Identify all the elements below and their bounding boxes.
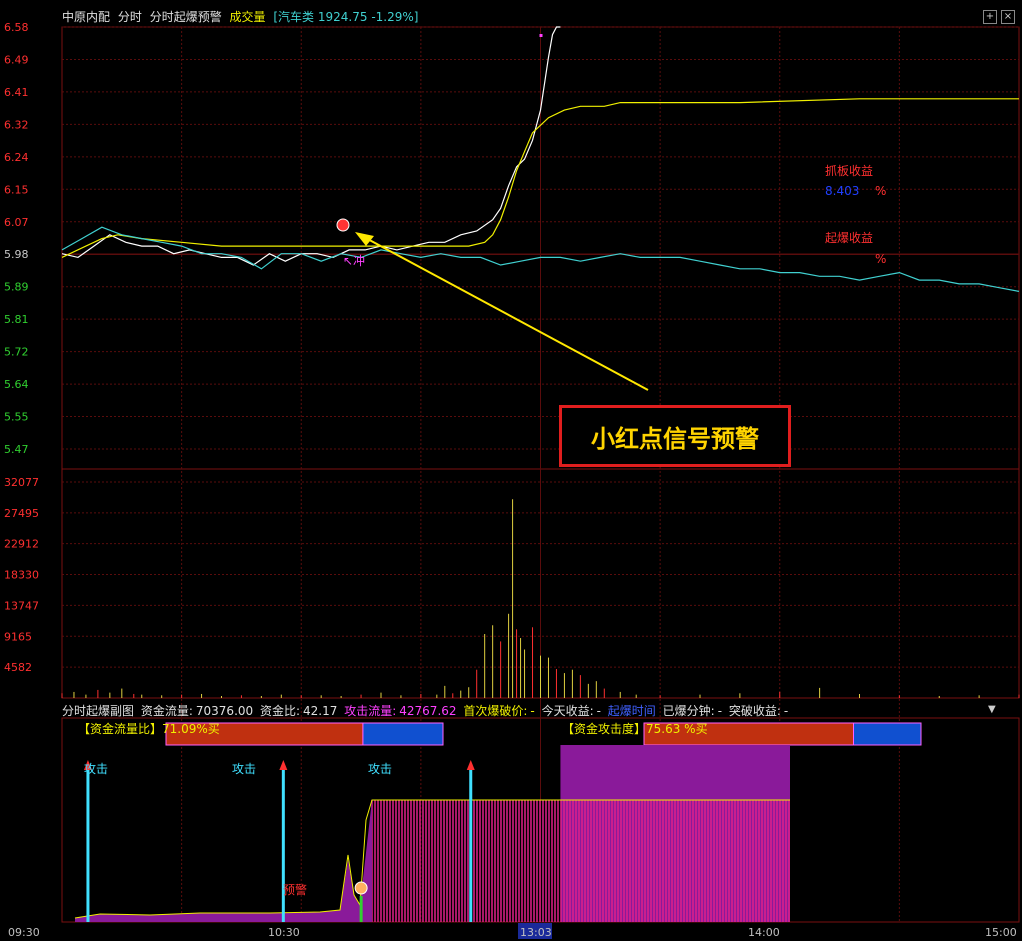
time-axis: 09:30 10:30 13:03 14:00 15:00 [8,923,1017,939]
first-burst-label: 首次爆破价: [463,704,528,718]
attack-flow-label: 攻击流量: [344,704,397,718]
price-tick-label: 6.32 [4,118,29,131]
volume-tick-label: 4582 [4,661,32,674]
grab-gain-unit: % [875,184,887,198]
price-tick-label: 6.15 [4,183,29,196]
sector-value: 1924.75 -1.29%] [317,10,419,24]
fund-flow-label: 资金流量: [140,704,193,718]
burst-time-label: 起爆时间 [607,704,656,718]
time-tick-label: 10:30 [268,926,300,939]
callout-box: 小红点信号预警 [559,405,791,467]
fund-flow-value: 70376.00 [195,704,254,718]
sub-panel-dropdown-icon[interactable]: ▼ [988,704,996,715]
burst-gain-unit: % [875,252,887,266]
session-marker [539,34,543,37]
volume-label: 成交量 [229,10,266,24]
attack-degree-bar-sell [852,722,922,746]
red-dot-signal[interactable] [336,218,350,232]
volume-tick-label: 9165 [4,630,32,643]
flow-ratio-bar-sell [362,722,444,746]
breakout-gain-value: - [783,704,789,718]
close-window-icon[interactable]: × [1001,10,1015,24]
mode-label: 分时 [117,10,142,24]
attack-signal-1: 攻击 [84,762,109,776]
fund-ratio-label: 资金比: [259,704,301,718]
volume-tick-label: 22912 [4,538,39,551]
warn-signal: 预警 [283,883,308,897]
time-tick-label: 13:03 [520,926,552,939]
today-gain-value: - [596,704,601,718]
time-tick-label: 15:00 [985,926,1017,939]
sub-panel-header: 分时起爆副图 资金流量: 70376.00 资金比: 42.17 攻击流量: 4276… [62,702,791,718]
price-tick-label: 6.58 [4,21,29,34]
time-tick-label: 09:30 [8,926,40,939]
stock-name: 中原内配 [62,10,111,24]
breakout-gain-label: 突破收益: [728,704,781,718]
fund-ratio-value: 42.17 [303,704,338,718]
volume-tick-label: 13747 [4,599,39,612]
price-tick-label: 5.47 [4,443,29,456]
sector-label: [汽车类 [273,10,315,24]
today-gain-label: 今天收益: [541,704,594,718]
volume-axis: 32077 27495 22912 18330 13747 9165 4582 [4,476,39,674]
price-tick-label: 6.49 [4,53,29,66]
volume-tick-label: 32077 [4,476,39,489]
price-tick-label: 5.72 [4,346,29,359]
warn-signal-icon [354,881,368,895]
price-tick-label: 5.81 [4,313,29,326]
burst-minutes-value: - [717,704,723,718]
price-tick-label: 5.98 [4,248,29,261]
price-tick-label: 6.07 [4,216,29,229]
price-tick-label: 6.41 [4,86,29,99]
attack-degree-label: 【资金攻击度】75.63 %买 [562,722,708,736]
grab-gain-label: 抓板收益 [825,164,874,178]
price-tick-label: 5.64 [4,378,29,391]
burst-gain-label: 起爆收益 [825,231,874,245]
chong-signal: ↖冲 [343,254,366,268]
volume-tick-label: 18330 [4,569,39,582]
attack-flow-value: 42767.62 [399,704,457,718]
price-tick-label: 5.55 [4,411,29,424]
attack-signal-3: 攻击 [368,762,393,776]
intraday-chart[interactable]: 6.58 6.49 6.41 6.32 6.24 6.15 6.07 5.98 5.89 5.81… [0,0,1022,941]
grab-gain-value: 8.403 [825,184,860,198]
time-tick-label: 14:00 [748,926,780,939]
price-axis: 6.58 6.49 6.41 6.32 6.24 6.15 6.07 5.98 5.89 5.81… [4,21,29,456]
chart-header: 中原内配 分时 分时起爆预警 成交量 [汽车类 1924.75 -1.29%] [62,8,422,24]
add-window-icon[interactable]: + [983,10,997,24]
burst-minutes-label: 已爆分钟: [662,704,715,718]
sub-title: 分时起爆副图 [62,704,135,718]
volume-tick-label: 27495 [4,507,39,520]
indicator-label: 分时起爆预警 [149,10,222,24]
first-burst-value: - [530,704,535,718]
price-tick-label: 6.24 [4,151,29,164]
attack-signal-2: 攻击 [232,762,257,776]
price-tick-label: 5.89 [4,281,29,294]
flow-ratio-label: 【资金流量比】71.09%买 [78,722,220,736]
